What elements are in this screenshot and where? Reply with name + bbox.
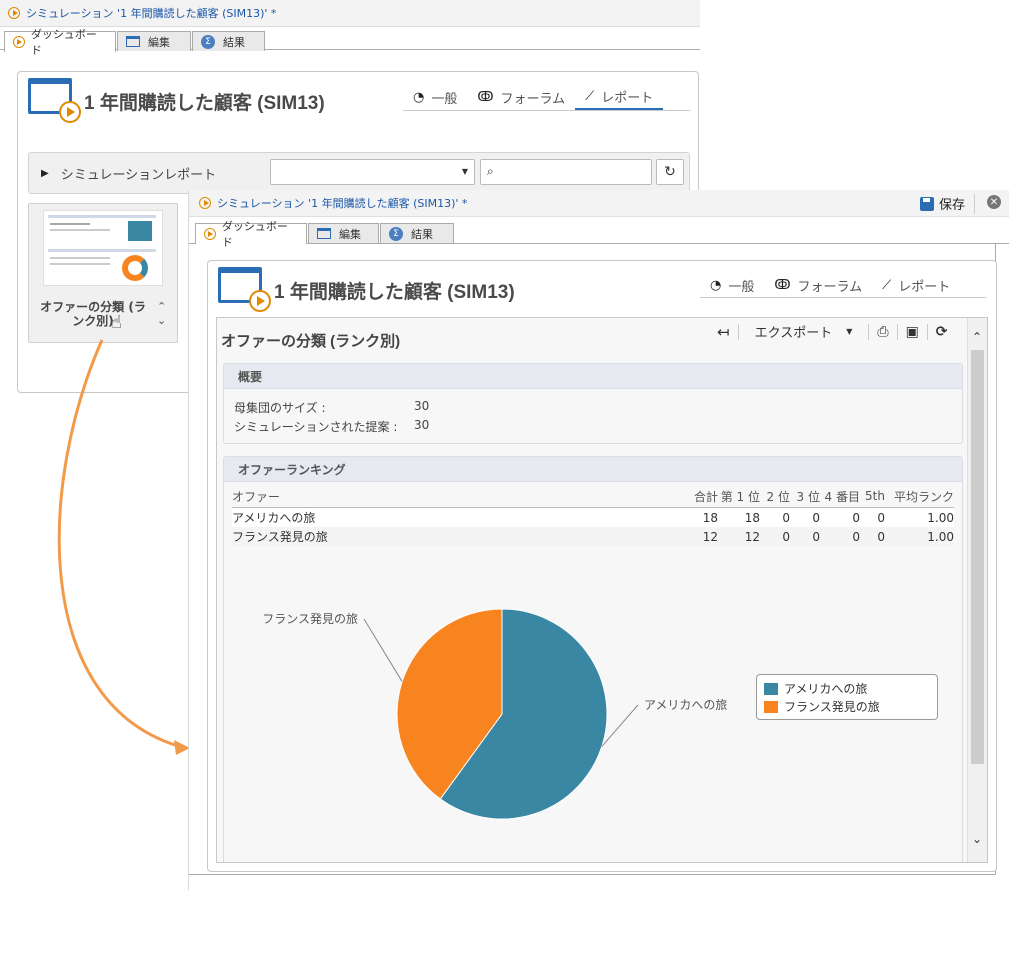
summary-value: 30 xyxy=(414,399,430,413)
back-icon[interactable]: ↤ xyxy=(717,323,730,341)
report-toolbar: ↤ エクスポート ▼ ⎙ ▣ ⟳ xyxy=(717,322,948,342)
table-cell: 0 xyxy=(820,507,860,527)
scroll-thumb[interactable] xyxy=(971,350,984,764)
scroll-down-icon[interactable]: ⌄ xyxy=(972,832,982,846)
slice-label: アメリカへの旅 xyxy=(644,698,727,712)
table-header-row: オファー 合計 第 1 位 2 位 3 位 4 番目 5th 平均ランク xyxy=(232,485,954,508)
legend-item: フランス発見の旅 xyxy=(764,698,880,715)
table-cell: 1.00 xyxy=(885,527,954,546)
table-cell: 0 xyxy=(790,507,820,527)
report-title: オファーの分類 (ランク別) xyxy=(221,333,401,350)
page-title: 1 年間購読した顧客 (SIM13) xyxy=(274,282,515,303)
edit-icon xyxy=(317,228,331,239)
dashboard-panel: 1 年間購読した顧客 (SIM13) ◔ 一般 ↂ フォーラム ⟋ レポート オファー… xyxy=(207,260,997,872)
column-header: 合計 xyxy=(688,485,718,508)
save-label: 保存 xyxy=(938,198,965,213)
view-tab-report[interactable]: ⟋ レポート xyxy=(872,273,960,297)
scroll-up-icon[interactable]: ⌃ xyxy=(972,330,982,344)
save-report-icon[interactable]: ▣ xyxy=(906,324,919,340)
summary-heading: 概要 xyxy=(224,364,962,389)
table-cell: 18 xyxy=(718,507,760,527)
table-cell: 12 xyxy=(718,527,760,546)
save-icon xyxy=(919,196,934,211)
export-menu[interactable]: エクスポート ▼ xyxy=(747,322,861,341)
close-icon[interactable]: ✕ xyxy=(987,195,1001,209)
ranking-table: オファー 合計 第 1 位 2 位 3 位 4 番目 5th 平均ランク アメリ… xyxy=(232,485,954,546)
dropdown-arrow-icon: ▼ xyxy=(846,327,853,336)
column-header: 3 位 xyxy=(790,485,820,508)
tab-label: 結果 xyxy=(411,227,433,241)
print-icon[interactable]: ⎙ xyxy=(877,324,888,340)
slice-leader-line xyxy=(363,618,403,682)
vertical-scrollbar[interactable]: ⌃ ⌄ xyxy=(967,318,987,862)
play-icon xyxy=(204,228,216,240)
table-cell: 0 xyxy=(760,507,790,527)
report-frame: オファーの分類 (ランク別) ↤ エクスポート ▼ ⎙ ▣ ⟳ 概要 母集団のサ… xyxy=(216,317,988,863)
save-button[interactable]: 保存 xyxy=(919,194,965,213)
view-tab-label: フォーラム xyxy=(797,279,863,295)
slice-label: フランス発見の旅 xyxy=(262,612,358,626)
table-cell: 0 xyxy=(820,527,860,546)
reload-icon[interactable]: ⟳ xyxy=(936,324,948,340)
legend-swatch xyxy=(764,683,778,695)
column-header: オファー xyxy=(232,485,688,508)
ranking-section: オファーランキング オファー 合計 第 1 位 2 位 3 位 4 番目 5th… xyxy=(223,456,963,862)
summary-label: シミュレーションされた提案 : xyxy=(234,420,398,434)
legend-label: フランス発見の旅 xyxy=(784,700,880,714)
column-header: 平均ランク xyxy=(885,485,954,508)
view-tabs: ◔ 一般 ↂ フォーラム ⟋ レポート xyxy=(700,273,986,298)
view-tab-forum[interactable]: ↂ フォーラム xyxy=(764,273,872,297)
chart-icon: ⟋ xyxy=(882,277,892,293)
view-tab-general[interactable]: ◔ 一般 xyxy=(700,273,764,297)
summary-section: 概要 母集団のサイズ : 30 シミュレーションされた提案 : 30 xyxy=(223,363,963,444)
tab-results[interactable]: Σ 結果 xyxy=(380,223,454,243)
view-tab-label: 一般 xyxy=(728,279,755,295)
gauge-icon: ◔ xyxy=(710,277,722,293)
simulation-icon xyxy=(218,267,271,312)
legend-label: アメリカへの旅 xyxy=(784,682,868,696)
export-label: エクスポート xyxy=(754,326,833,341)
table-row: フランス発見の旅 12 12 0 0 0 0 1.00 xyxy=(232,527,954,546)
legend-item: アメリカへの旅 xyxy=(764,680,867,697)
summary-label: 母集団のサイズ : xyxy=(234,401,326,415)
play-icon xyxy=(199,197,211,209)
table-cell: 0 xyxy=(860,507,885,527)
table-cell: 12 xyxy=(688,527,718,546)
sigma-icon: Σ xyxy=(389,226,403,241)
table-cell: アメリカへの旅 xyxy=(232,507,688,527)
legend-swatch xyxy=(764,701,778,713)
foreground-window: シミュレーション '1 年間購読した顧客 (SIM13)' * 保存 ✕ ダッシ… xyxy=(188,190,1009,890)
table-cell: 0 xyxy=(790,527,820,546)
table-cell: 0 xyxy=(760,527,790,546)
view-tab-label: レポート xyxy=(898,279,951,295)
tab-edit[interactable]: 編集 xyxy=(308,223,379,243)
summary-value: 30 xyxy=(414,418,430,432)
table-cell: 18 xyxy=(688,507,718,527)
front-window-title: シミュレーション '1 年間購読した顧客 (SIM13)' * xyxy=(217,197,468,210)
chart-legend: アメリカへの旅 フランス発見の旅 xyxy=(756,674,938,720)
tab-dashboard[interactable]: ダッシュボード xyxy=(195,220,307,249)
column-header: 第 1 位 xyxy=(718,485,760,508)
table-row: アメリカへの旅 18 18 0 0 0 0 1.00 xyxy=(232,507,954,527)
chat-icon: ↂ xyxy=(774,277,791,293)
column-header: 5th xyxy=(860,485,885,508)
table-cell: 0 xyxy=(860,527,885,546)
ranking-heading: オファーランキング xyxy=(224,457,962,482)
table-cell: フランス発見の旅 xyxy=(232,527,688,546)
column-header: 2 位 xyxy=(760,485,790,508)
column-header: 4 番目 xyxy=(820,485,860,508)
tab-label: 編集 xyxy=(339,227,361,241)
front-title-bar: シミュレーション '1 年間購読した顧客 (SIM13)' * 保存 ✕ xyxy=(189,190,1009,217)
table-cell: 1.00 xyxy=(885,507,954,527)
front-tab-bar: ダッシュボード 編集 Σ 結果 xyxy=(189,217,1009,249)
